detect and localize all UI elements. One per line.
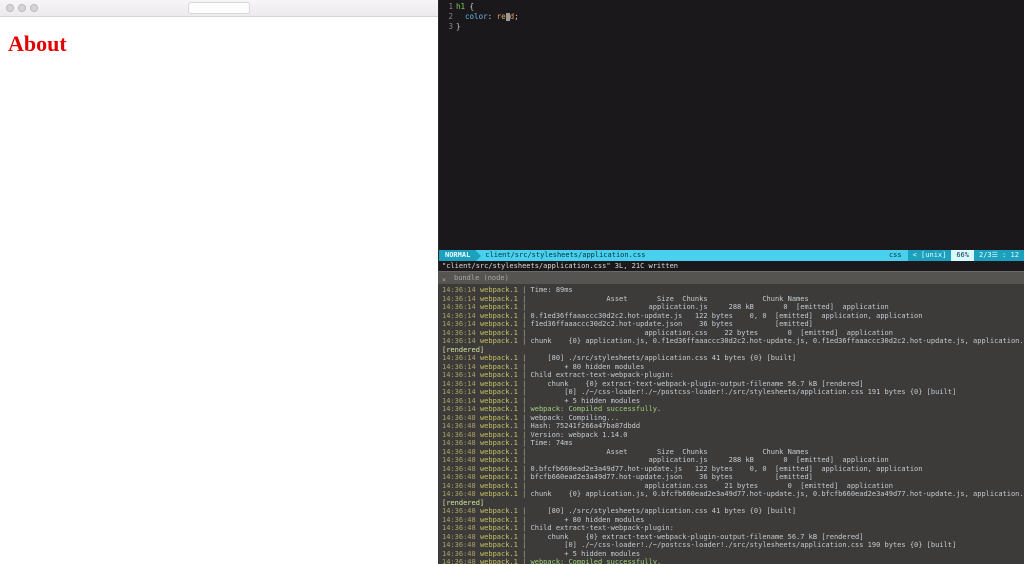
log-line: 14:36:14 webpack.1 | webpack: Compiled s… (442, 405, 1020, 414)
right-column: 1h1 {2 color: red;3} NORMAL client/src/s… (438, 0, 1024, 564)
log-line: 14:36:14 webpack.1 | application.js 288 … (442, 303, 1020, 312)
log-line: 14:36:14 webpack.1 | [0] ./~/css-loader!… (442, 388, 1020, 397)
close-icon[interactable]: × (442, 274, 446, 286)
log-line: 14:36:48 webpack.1 | webpack: Compiled s… (442, 558, 1020, 564)
log-line: 14:36:48 webpack.1 | chunk {0} applicati… (442, 490, 1020, 499)
log-line: 14:36:14 webpack.1 | + 80 hidden modules (442, 363, 1020, 372)
editor-line[interactable]: 2 color: red; (439, 12, 1024, 22)
log-line: [rendered] (442, 499, 1020, 508)
terminal-output[interactable]: 14:36:14 webpack.1 | Time: 89ms14:36:14 … (438, 284, 1024, 564)
editor-content[interactable]: 1h1 {2 color: red;3} (439, 0, 1024, 32)
vim-status-right: css < [unix] 66% 2/3☰ : 12 (883, 250, 1024, 261)
log-line: 14:36:14 webpack.1 | application.css 22 … (442, 329, 1020, 338)
code-editor[interactable]: 1h1 {2 color: red;3} NORMAL client/src/s… (438, 0, 1024, 271)
log-line: 14:36:48 webpack.1 | Time: 74ms (442, 439, 1020, 448)
log-line: 14:36:48 webpack.1 | [80] ./src/styleshe… (442, 507, 1020, 516)
vim-mode: NORMAL (439, 250, 476, 261)
vim-message-line: "client/src/stylesheets/application.css"… (439, 261, 1024, 271)
log-line: 14:36:48 webpack.1 | webpack: Compiling.… (442, 414, 1020, 423)
code-text[interactable]: h1 { (456, 2, 474, 12)
log-line: 14:36:48 webpack.1 | + 80 hidden modules (442, 516, 1020, 525)
window-controls[interactable] (0, 4, 38, 12)
log-line: 14:36:14 webpack.1 | Asset Size Chunks C… (442, 295, 1020, 304)
log-line: 14:36:48 webpack.1 | Asset Size Chunks C… (442, 448, 1020, 457)
log-line: 14:36:48 webpack.1 | [0] ./~/css-loader!… (442, 541, 1020, 550)
traffic-min-icon[interactable] (18, 4, 26, 12)
terminal-pane[interactable]: × bundle (node) 14:36:14 webpack.1 | Tim… (438, 271, 1024, 564)
browser-toolbar (0, 0, 438, 17)
log-line: 14:36:48 webpack.1 | Version: webpack 1.… (442, 431, 1020, 440)
log-line: 14:36:14 webpack.1 | [80] ./src/styleshe… (442, 354, 1020, 363)
code-text[interactable]: } (456, 22, 461, 32)
vim-position: 2/3☰ : 12 (974, 250, 1024, 261)
vim-file-path: client/src/stylesheets/application.css (481, 250, 883, 261)
line-number: 3 (439, 22, 456, 32)
log-line: 14:36:14 webpack.1 | 0.f1ed36ffaaaccc30d… (442, 312, 1020, 321)
vim-percent: 66% (951, 250, 974, 261)
log-line: 14:36:14 webpack.1 | Time: 89ms (442, 286, 1020, 295)
log-line: 14:36:48 webpack.1 | application.js 288 … (442, 456, 1020, 465)
editor-line[interactable]: 3} (439, 22, 1024, 32)
log-line: 14:36:48 webpack.1 | Hash: 75241f266a47b… (442, 422, 1020, 431)
log-line: 14:36:48 webpack.1 | application.css 21 … (442, 482, 1020, 491)
vim-encoding: < [unix] (908, 250, 952, 261)
line-number: 1 (439, 2, 456, 12)
line-number: 2 (439, 12, 456, 22)
vim-filetype: css (883, 250, 908, 261)
log-line: 14:36:14 webpack.1 | chunk {0} extract-t… (442, 380, 1020, 389)
log-line: 14:36:14 webpack.1 | + 5 hidden modules (442, 397, 1020, 406)
screen-split: About 1h1 {2 color: red;3} NORMAL client… (0, 0, 1024, 564)
log-line: 14:36:48 webpack.1 | + 5 hidden modules (442, 550, 1020, 559)
log-line: 14:36:48 webpack.1 | Child extract-text-… (442, 524, 1020, 533)
vim-status-line: NORMAL client/src/stylesheets/applicatio… (439, 250, 1024, 261)
code-text[interactable]: color: red; (456, 12, 519, 22)
terminal-title-bar: × bundle (node) (438, 271, 1024, 284)
log-line: 14:36:48 webpack.1 | bfcfb660ead2e3a49d7… (442, 473, 1020, 482)
log-line: 14:36:14 webpack.1 | chunk {0} applicati… (442, 337, 1020, 346)
log-line: 14:36:14 webpack.1 | Child extract-text-… (442, 371, 1020, 380)
log-line: [rendered] (442, 346, 1020, 355)
traffic-close-icon[interactable] (6, 4, 14, 12)
log-line: 14:36:14 webpack.1 | f1ed36ffaaaccc30d2c… (442, 320, 1020, 329)
editor-line[interactable]: 1h1 { (439, 2, 1024, 12)
page-heading: About (8, 31, 430, 57)
address-bar[interactable] (188, 2, 250, 14)
browser-viewport: About (0, 17, 438, 71)
browser-window: About (0, 0, 438, 564)
log-line: 14:36:48 webpack.1 | 0.bfcfb660ead2e3a49… (442, 465, 1020, 474)
traffic-max-icon[interactable] (30, 4, 38, 12)
log-line: 14:36:48 webpack.1 | chunk {0} extract-t… (442, 533, 1020, 542)
terminal-title: bundle (node) (442, 274, 509, 282)
